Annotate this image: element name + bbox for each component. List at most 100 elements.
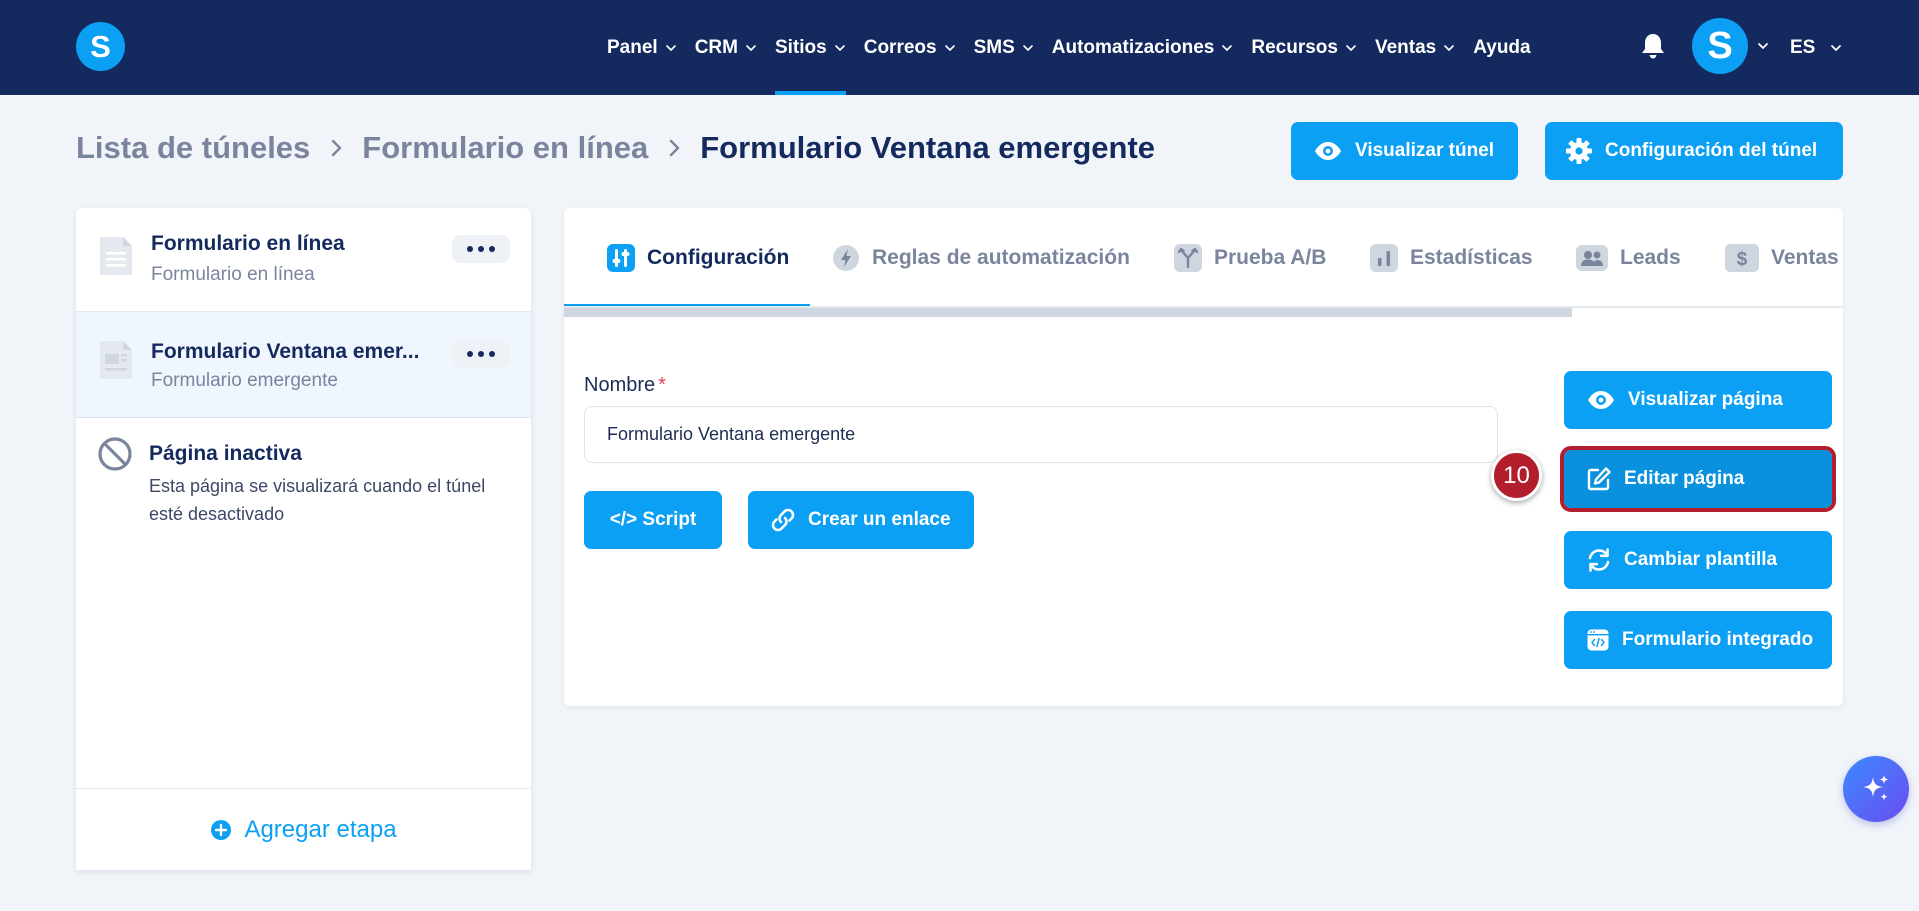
nav-item-ventas[interactable]: Ventas [1366,0,1464,95]
eye-icon [1588,391,1614,409]
tab-label: Configuración [647,246,790,269]
edit-icon [1587,467,1611,491]
inactive-page-title[interactable]: Página inactiva [149,442,302,466]
chevron-down-icon [1444,44,1455,51]
user-avatar[interactable]: S [1692,18,1748,74]
tab-sales[interactable]: $ Ventas [1725,208,1839,306]
main-nav: Panel CRM Sitios Correos SMS Automatizac… [598,0,1540,95]
tunnel-settings-button[interactable]: Configuración del túnel [1545,122,1843,180]
nav-item-label: Correos [863,36,937,58]
chevron-down-icon [834,44,845,51]
dot [489,351,495,357]
split-icon [1174,244,1202,272]
step-item-online-form[interactable]: Formulario en línea Formulario en línea [76,208,531,312]
plus-circle-icon [211,819,232,840]
tab-statistics[interactable]: Estadísticas [1370,208,1533,306]
step-title: Formulario Ventana emer... [151,340,420,363]
tabs-scrollbar[interactable] [564,308,1843,317]
tab-label: Ventas [1771,246,1839,269]
script-button[interactable]: </> Script [584,491,722,549]
nav-item-crm[interactable]: CRM [686,0,766,95]
nav-item-label: Recursos [1251,36,1338,58]
nav-item-panel[interactable]: Panel [598,0,686,95]
ban-icon [98,437,132,471]
preview-tunnel-label: Visualizar túnel [1355,140,1495,161]
required-marker: * [658,374,666,396]
chevron-down-icon [665,44,676,51]
app-logo[interactable]: S [76,22,125,71]
chevron-down-icon [1831,44,1842,51]
document-icon [100,237,132,275]
tab-leads[interactable]: Leads [1576,208,1681,306]
breadcrumb-item-tunnel-list[interactable]: Lista de túneles [76,130,310,166]
nav-item-sitios[interactable]: Sitios [766,0,855,95]
name-label-text: Nombre [584,374,656,396]
step-options-button[interactable] [452,340,510,368]
dot [489,246,495,252]
dot [467,246,473,252]
preview-tunnel-button[interactable]: Visualizar túnel [1291,122,1518,180]
tab-automation-rules[interactable]: Reglas de automatización [832,208,1130,306]
tab-label: Prueba A/B [1214,246,1327,269]
breadcrumb-current: Formulario Ventana emergente [700,130,1156,165]
chevron-down-icon [1222,44,1233,51]
chevron-down-icon [1346,44,1356,51]
scrollbar-thumb[interactable] [564,308,1572,317]
nav-item-label: Ventas [1374,36,1437,58]
nav-item-recursos[interactable]: Recursos [1242,0,1366,95]
tab-configuracion[interactable]: Configuración [607,208,790,306]
add-step-label: Agregar etapa [244,815,397,843]
bar-chart-icon [1370,244,1398,272]
edit-page-label: Editar página [1624,468,1745,489]
bolt-icon [833,245,859,271]
name-field-label: Nombre * [584,374,666,397]
script-button-label: </> Script [609,509,697,530]
step-detail-panel: Configuración Reglas de automatización P… [564,208,1843,706]
popup-document-icon [100,341,132,379]
link-icon [771,508,795,532]
create-link-button[interactable]: Crear un enlace [748,491,974,549]
top-navbar: S Panel CRM Sitios Correos SMS Automatiz… [0,0,1919,95]
sparkle-icon [1863,775,1889,801]
add-step-button[interactable]: Agregar etapa [76,788,531,870]
chevron-down-icon [944,44,955,51]
chevron-down-icon[interactable] [1756,39,1770,53]
nav-item-label: Automatizaciones [1051,36,1215,58]
create-link-label: Crear un enlace [808,509,951,530]
nav-item-label: Ayuda [1473,36,1531,58]
tunnel-steps-panel: Formulario en línea Formulario en línea … [76,208,531,870]
breadcrumb-item-online-form[interactable]: Formulario en línea [362,130,648,166]
tab-label: Estadísticas [1410,246,1533,269]
nav-item-correos[interactable]: Correos [855,0,965,95]
dot [478,351,484,357]
preview-page-button[interactable]: Visualizar página [1564,371,1832,429]
embedded-form-label: Formulario integrado [1622,629,1814,650]
tab-ab-test[interactable]: Prueba A/B [1174,208,1327,306]
change-template-label: Cambiar plantilla [1624,549,1778,570]
language-label: ES [1790,36,1816,58]
tunnel-settings-label: Configuración del túnel [1605,140,1818,161]
chevron-down-icon [1022,44,1033,51]
sliders-icon [607,244,635,272]
users-icon [1576,245,1608,271]
ai-assistant-button[interactable] [1843,756,1909,822]
gear-icon [1566,138,1592,164]
code-window-icon [1587,629,1609,651]
name-input[interactable] [584,406,1498,463]
dot [467,351,473,357]
bell-icon[interactable] [1639,31,1667,61]
edit-page-button[interactable]: Editar página [1560,446,1836,512]
step-subtitle: Formulario emergente [151,370,338,391]
chevron-right-icon [332,139,342,157]
language-selector[interactable]: ES [1790,0,1843,95]
embedded-form-button[interactable]: Formulario integrado [1564,611,1832,669]
step-item-popup-form[interactable]: Formulario Ventana emer... Formulario em… [76,312,531,418]
nav-item-sms[interactable]: SMS [965,0,1043,95]
tab-label: Leads [1620,246,1681,269]
step-options-button[interactable] [452,235,510,263]
change-template-button[interactable]: Cambiar plantilla [1564,531,1832,589]
nav-item-ayuda[interactable]: Ayuda [1464,0,1539,95]
nav-item-label: SMS [973,36,1015,58]
nav-item-automatizaciones[interactable]: Automatizaciones [1043,0,1243,95]
nav-item-label: CRM [694,36,738,58]
